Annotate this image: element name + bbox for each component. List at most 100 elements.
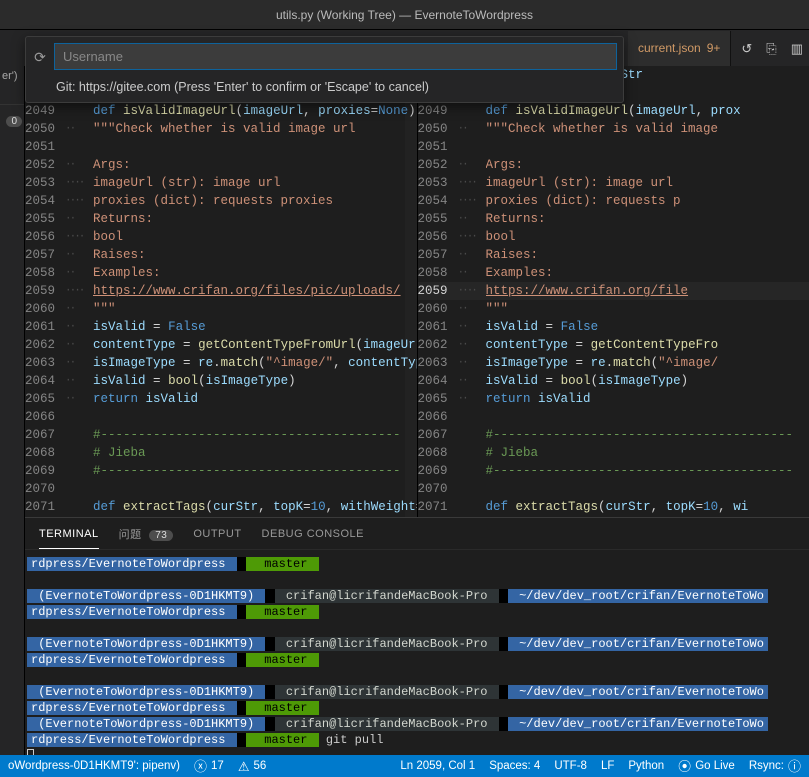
code-content: Raises: (93, 246, 417, 264)
term-command: git pull (326, 733, 384, 747)
line-number: 2052 (418, 156, 458, 174)
code-line[interactable]: 2057··Raises: (25, 246, 417, 264)
code-content: imageUrl (str): image url (486, 174, 809, 192)
code-line[interactable]: 2049def isValidImageUrl(imageUrl, proxie… (25, 102, 417, 120)
line-number: 2058 (25, 264, 65, 282)
term-venv: (EvernoteToWordpress-0D1HKMT9) (27, 685, 265, 699)
tab-terminal[interactable]: TERMINAL (39, 528, 99, 549)
tab-output[interactable]: OUTPUT (193, 528, 241, 540)
status-eol[interactable]: LF (601, 760, 614, 772)
line-number: 2053 (25, 174, 65, 192)
status-warnings[interactable]: ⚠ 56 (238, 760, 266, 773)
indent-guide: ···· (65, 192, 93, 210)
history-icon[interactable]: ↺ (741, 42, 752, 55)
code-line[interactable]: 2056····bool (418, 228, 809, 246)
code-content: contentType = getContentTypeFromUrl(imag… (93, 336, 417, 354)
tab-debug-console[interactable]: DEBUG CONSOLE (262, 528, 364, 540)
status-language[interactable]: Python (628, 760, 664, 772)
code-line[interactable]: 2070 (418, 480, 809, 498)
code-line[interactable]: 2058··Examples: (418, 264, 809, 282)
code-line[interactable]: 2052··Args: (418, 156, 809, 174)
status-cursor-pos[interactable]: Ln 2059, Col 1 (400, 760, 475, 772)
window-title: utils.py (Working Tree) — EvernoteToWord… (276, 8, 533, 22)
code-line[interactable]: 2069#-----------------------------------… (418, 462, 809, 480)
code-line[interactable]: 2068# Jieba (418, 444, 809, 462)
indent-guide: ·· (65, 120, 93, 138)
line-number: 2063 (418, 354, 458, 372)
code-line[interactable]: 2052··Args: (25, 156, 417, 174)
status-env[interactable]: oWordpress-0D1HKMT9': pipenv) (8, 760, 180, 772)
status-rsync[interactable]: Rsync: ⓘ (749, 760, 801, 773)
code-line[interactable]: 2055··Returns: (418, 210, 809, 228)
code-line[interactable]: 2063··isImageType = re.match("^image/ (418, 354, 809, 372)
code-content: def extractTags(curStr, topK=10, withWei… (93, 498, 417, 516)
code-line[interactable]: 2061··isValid = False (25, 318, 417, 336)
line-number: 2058 (418, 264, 458, 282)
username-input[interactable] (54, 43, 617, 70)
problems-count-badge: 73 (149, 530, 173, 541)
line-number: 2064 (418, 372, 458, 390)
code-line[interactable]: 2053····imageUrl (str): image url (418, 174, 809, 192)
code-line[interactable]: 2058··Examples: (25, 264, 417, 282)
term-path: ~/dev/dev_root/crifan/EvernoteToWo (508, 637, 768, 651)
code-line[interactable]: 2054····proxies (dict): requests p (418, 192, 809, 210)
code-line[interactable]: 2060··""" (418, 300, 809, 318)
code-line[interactable]: 2063··isImageType = re.match("^image/", … (25, 354, 417, 372)
term-branch: master (246, 557, 319, 571)
code-line[interactable]: 2059····https://www.crifan.org/file (418, 282, 809, 300)
code-line[interactable]: 2056····bool (25, 228, 417, 246)
code-line[interactable]: 2065··return isValid (418, 390, 809, 408)
code-content: Args: (486, 156, 809, 174)
code-line[interactable]: 2068# Jieba (25, 444, 417, 462)
code-line[interactable]: 2071def extractTags(curStr, topK=10, wi (418, 498, 809, 516)
code-line[interactable]: 2055··Returns: (25, 210, 417, 228)
split-editor-icon[interactable]: ▥ (791, 42, 803, 55)
window-titlebar: utils.py (Working Tree) — EvernoteToWord… (0, 0, 809, 30)
code-line[interactable]: 2050··"""Check whether is valid image (418, 120, 809, 138)
terminal-body[interactable]: rdpress/EvernoteToWordpress master (Ever… (25, 550, 809, 755)
code-line[interactable]: 2065··return isValid (25, 390, 417, 408)
code-line[interactable]: 2064··isValid = bool(isImageType) (418, 372, 809, 390)
code-line[interactable]: 2053····imageUrl (str): image url (25, 174, 417, 192)
code-line[interactable]: 2051 (418, 138, 809, 156)
code-line[interactable]: 2066 (418, 408, 809, 426)
code-content: Returns: (486, 210, 809, 228)
line-number: 2064 (25, 372, 65, 390)
indent-guide: ·· (65, 156, 93, 174)
code-line[interactable]: 2069#-----------------------------------… (25, 462, 417, 480)
diff-pane-modified[interactable]: 2047····return contentTypeStr20482049def… (417, 66, 809, 517)
status-indent[interactable]: Spaces: 4 (489, 760, 540, 772)
broadcast-icon: ⦿ (678, 760, 691, 773)
term-cwd: rdpress/EvernoteToWordpress (27, 701, 237, 715)
status-golive[interactable]: ⦿ Go Live (678, 760, 735, 773)
code-line[interactable]: 2049def isValidImageUrl(imageUrl, prox (418, 102, 809, 120)
diff-pane-original[interactable]: 2047····return contentTypeStr20482049def… (25, 66, 417, 517)
code-line[interactable]: 2066 (25, 408, 417, 426)
code-line[interactable]: 2054····proxies (dict): requests proxies (25, 192, 417, 210)
tab-problems[interactable]: 问题 73 (119, 526, 174, 542)
line-number: 2071 (25, 498, 65, 516)
status-errors[interactable]: ⓧ 17 (194, 760, 224, 773)
code-line[interactable]: 2060··""" (25, 300, 417, 318)
code-line[interactable]: 2071 def extractTags(curStr, topK=10, wit… (25, 498, 417, 516)
code-line[interactable]: 2051 (25, 138, 417, 156)
code-line[interactable]: 2062··contentType = getContentTypeFro (418, 336, 809, 354)
code-line[interactable]: 2064··isValid = bool(isImageType) (25, 372, 417, 390)
code-content: https://www.crifan.org/file (486, 282, 809, 300)
code-line[interactable]: 2059····https://www.crifan.org/files/pic… (25, 282, 417, 300)
tab-current-json[interactable]: current.json 9+ (628, 31, 731, 66)
code-line[interactable]: 2067#-----------------------------------… (418, 426, 809, 444)
minimap[interactable] (405, 66, 417, 517)
code-line[interactable]: 2067#-----------------------------------… (25, 426, 417, 444)
indent-guide: ·· (65, 372, 93, 390)
history-icon[interactable]: ⟳ (32, 50, 48, 64)
code-line[interactable]: 2057··Raises: (418, 246, 809, 264)
open-changes-icon[interactable]: ⎘ (766, 42, 776, 55)
code-line[interactable]: 2061··isValid = False (418, 318, 809, 336)
code-line[interactable]: 2070 (25, 480, 417, 498)
code-line[interactable]: 2062··contentType = getContentTypeFromUr… (25, 336, 417, 354)
line-number: 2067 (25, 426, 65, 444)
code-content: Returns: (93, 210, 417, 228)
code-line[interactable]: 2050··"""Check whether is valid image ur… (25, 120, 417, 138)
status-encoding[interactable]: UTF-8 (554, 760, 587, 772)
